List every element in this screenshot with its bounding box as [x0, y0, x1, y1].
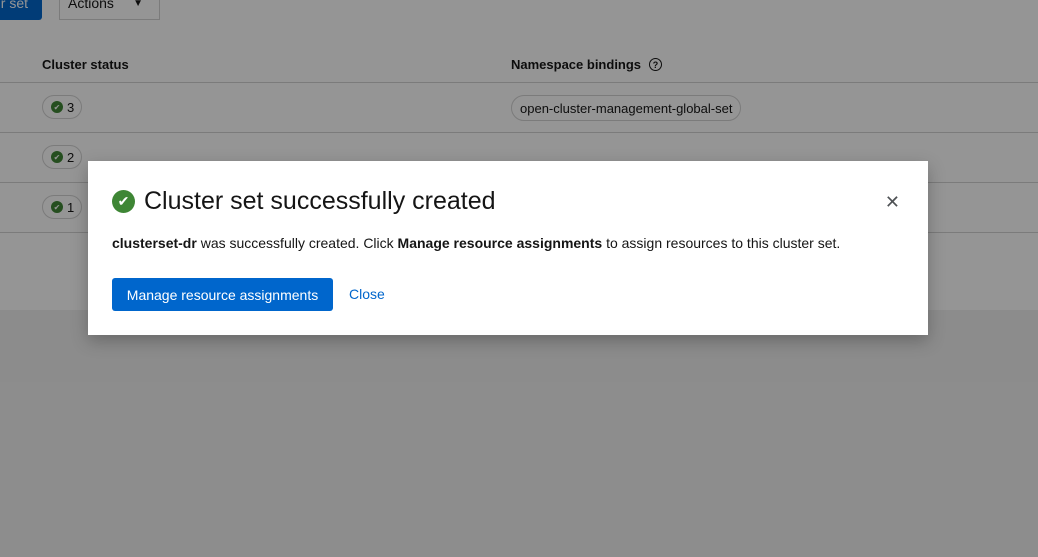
close-icon[interactable]: ✕ — [885, 193, 900, 211]
modal-title-text: Cluster set successfully created — [144, 187, 496, 215]
modal-body: clusterset-dr was successfully created. … — [112, 235, 840, 251]
success-modal: ✔ Cluster set successfully created ✕ clu… — [88, 161, 928, 335]
manage-resource-assignments-button[interactable]: Manage resource assignments — [112, 278, 333, 311]
modal-body-emphasis: Manage resource assignments — [397, 235, 603, 251]
modal-body-text-2: to assign resources to this cluster set. — [606, 235, 841, 251]
modal-body-text-1: was successfully created. Click — [200, 235, 394, 251]
modal-title: ✔ Cluster set successfully created — [112, 187, 496, 216]
close-button[interactable]: Close — [349, 286, 385, 302]
cluster-set-name: clusterset-dr — [112, 235, 197, 251]
page: r set Actions ▼ Cluster status Namespace… — [0, 0, 1038, 557]
check-circle-icon: ✔ — [112, 190, 135, 213]
